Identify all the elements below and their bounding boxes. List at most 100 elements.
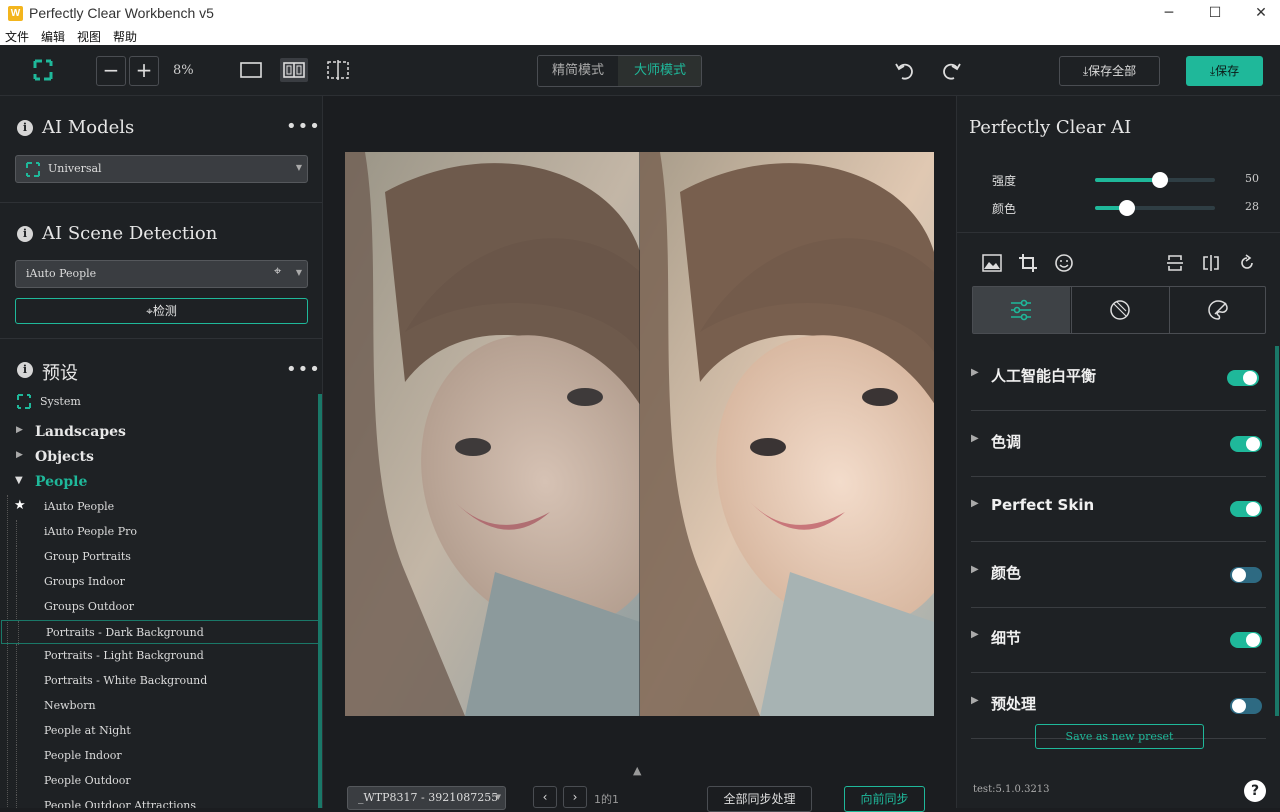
adjustment-toggle[interactable] bbox=[1230, 697, 1262, 714]
tab-adjustments[interactable] bbox=[973, 287, 1070, 333]
flip-vertical-icon[interactable] bbox=[1166, 254, 1184, 272]
divider bbox=[0, 202, 322, 203]
preset-item[interactable]: ★ iAuto People bbox=[0, 495, 320, 519]
zoom-in-button[interactable]: + bbox=[129, 56, 159, 86]
chevron-right-icon: ▶ bbox=[971, 498, 979, 509]
save-all-button[interactable]: ⤓保存全部 bbox=[1059, 56, 1160, 86]
chevron-down-icon: ▼ bbox=[15, 475, 23, 486]
filmstrip-toggle-icon[interactable]: ▲ bbox=[633, 764, 641, 777]
brand-logo-icon bbox=[26, 162, 40, 177]
preset-category[interactable]: ▶ Objects bbox=[0, 445, 320, 469]
save-button[interactable]: ⤓保存 bbox=[1186, 56, 1263, 86]
prev-image-button[interactable]: ‹ bbox=[533, 786, 557, 808]
save-preset-button[interactable]: Save as new preset bbox=[1035, 724, 1204, 749]
preset-item[interactable]: Portraits - Light Background bbox=[0, 644, 320, 669]
preset-item-label: Groups Outdoor bbox=[44, 599, 135, 613]
chevron-right-icon: ▶ bbox=[971, 694, 979, 706]
presets-title: 预设 bbox=[42, 363, 78, 384]
adjustment-toggle[interactable] bbox=[1227, 370, 1259, 386]
adjustment-toggle[interactable] bbox=[1230, 501, 1262, 517]
tab-creative[interactable] bbox=[1169, 287, 1266, 333]
menu-file[interactable]: 文件 bbox=[5, 28, 29, 45]
info-icon[interactable]: i bbox=[17, 362, 33, 378]
scene-select[interactable]: iAuto People ⌖ ▼ bbox=[15, 260, 308, 288]
detect-button[interactable]: ⌖检测 bbox=[15, 298, 308, 324]
crosshair-icon: ⌖ bbox=[146, 304, 153, 318]
tab-retouch[interactable] bbox=[1071, 287, 1168, 333]
file-select[interactable]: _WTP8317 - 3921087255 ▼ bbox=[347, 786, 506, 810]
tree-connector bbox=[16, 594, 17, 619]
menu-view[interactable]: 视图 bbox=[77, 28, 101, 45]
app-logo-icon: W bbox=[8, 6, 23, 21]
menu-help[interactable]: 帮助 bbox=[113, 28, 137, 45]
chevron-right-icon: ▶ bbox=[971, 563, 979, 575]
compare-split-icon[interactable] bbox=[326, 60, 350, 80]
minimize-button[interactable]: ─ bbox=[1146, 0, 1192, 27]
preset-item[interactable]: Portraits - Dark Background bbox=[1, 619, 319, 645]
preset-item[interactable]: People Outdoor bbox=[0, 768, 320, 793]
single-view-icon[interactable] bbox=[240, 62, 262, 78]
preset-item[interactable]: iAuto People Pro bbox=[0, 519, 320, 544]
image-icon[interactable] bbox=[982, 254, 1002, 272]
maximize-button[interactable]: ☐ bbox=[1192, 0, 1238, 27]
preset-item[interactable]: Group Portraits bbox=[0, 544, 320, 569]
preset-item[interactable]: People at Night bbox=[0, 719, 320, 744]
help-icon[interactable]: ? bbox=[1244, 780, 1266, 802]
mode-master-tab[interactable]: 大师模式 bbox=[618, 56, 701, 86]
system-label: System bbox=[40, 395, 81, 408]
preset-category-open[interactable]: ▼ People bbox=[0, 470, 320, 494]
preset-item[interactable]: People Outdoor Attractions bbox=[0, 793, 320, 808]
preset-item[interactable]: People Indoor bbox=[0, 744, 320, 768]
menu-edit[interactable]: 编辑 bbox=[41, 28, 65, 45]
adjustment-row[interactable]: ▶ 颜色 bbox=[971, 543, 1266, 608]
more-options-icon[interactable]: ••• bbox=[286, 359, 321, 380]
info-icon[interactable]: i bbox=[17, 226, 33, 242]
zoom-level: 8% bbox=[173, 63, 194, 78]
preset-item-label: People at Night bbox=[44, 724, 131, 738]
chevron-left-icon: ‹ bbox=[542, 790, 548, 804]
split-view-button[interactable] bbox=[280, 58, 308, 82]
adjustment-row[interactable]: ▶ Perfect Skin bbox=[971, 477, 1266, 542]
undo-icon[interactable] bbox=[894, 60, 916, 80]
preset-item[interactable]: Groups Indoor bbox=[0, 569, 320, 594]
mode-simple-tab[interactable]: 精简模式 bbox=[538, 56, 618, 86]
preset-item-label: Portraits - Dark Background bbox=[46, 625, 204, 639]
tree-connector bbox=[16, 669, 17, 694]
preset-item[interactable]: Portraits - White Background bbox=[0, 669, 320, 694]
adjustment-toggle[interactable] bbox=[1230, 632, 1262, 648]
menu-bar: 文件 编辑 视图 帮助 bbox=[0, 27, 1280, 45]
redo-icon[interactable] bbox=[940, 60, 962, 80]
preset-item-label: Group Portraits bbox=[44, 549, 131, 563]
face-icon[interactable] bbox=[1054, 253, 1074, 273]
sync-forward-button[interactable]: 向前同步 bbox=[844, 786, 925, 812]
more-options-icon[interactable]: ••• bbox=[286, 116, 321, 137]
zoom-out-button[interactable]: − bbox=[96, 56, 126, 86]
adjustment-row[interactable]: ▶ 人工智能白平衡 bbox=[971, 346, 1266, 411]
preset-item[interactable]: Newborn bbox=[0, 694, 320, 719]
slider-handle[interactable] bbox=[1119, 200, 1135, 216]
version-label: test:5.1.0.3213 bbox=[973, 784, 1050, 795]
adjustment-toggle[interactable] bbox=[1230, 566, 1262, 583]
slider-handle[interactable] bbox=[1152, 172, 1168, 188]
photo-comparison bbox=[345, 152, 934, 716]
scene-detection-title: AI Scene Detection bbox=[42, 223, 218, 244]
info-icon[interactable]: i bbox=[17, 120, 33, 136]
scrollbar[interactable] bbox=[1275, 346, 1279, 716]
preset-item[interactable]: Groups Outdoor bbox=[0, 594, 320, 619]
sync-all-button[interactable]: 全部同步处理 bbox=[707, 786, 812, 812]
scene-value: iAuto People bbox=[26, 267, 97, 280]
star-icon: ★ bbox=[14, 498, 26, 513]
rotate-icon[interactable] bbox=[1238, 254, 1256, 272]
preset-category[interactable]: ▶ Landscapes bbox=[0, 420, 320, 444]
crop-icon[interactable] bbox=[1018, 253, 1038, 273]
ai-model-select[interactable]: Universal ▼ bbox=[15, 155, 308, 183]
adjustment-toggle[interactable] bbox=[1230, 435, 1262, 452]
next-image-button[interactable]: › bbox=[563, 786, 587, 808]
close-window-button[interactable]: ✕ bbox=[1238, 0, 1280, 27]
adjustment-row[interactable]: ▶ 色调 bbox=[971, 412, 1266, 477]
preset-category-label: Landscapes bbox=[35, 424, 126, 440]
slider-row: 颜色 28 bbox=[957, 198, 1280, 222]
adjustment-row[interactable]: ▶ 细节 bbox=[971, 608, 1266, 673]
flip-horizontal-icon[interactable] bbox=[1202, 254, 1220, 272]
toggle-knob bbox=[1246, 502, 1260, 516]
